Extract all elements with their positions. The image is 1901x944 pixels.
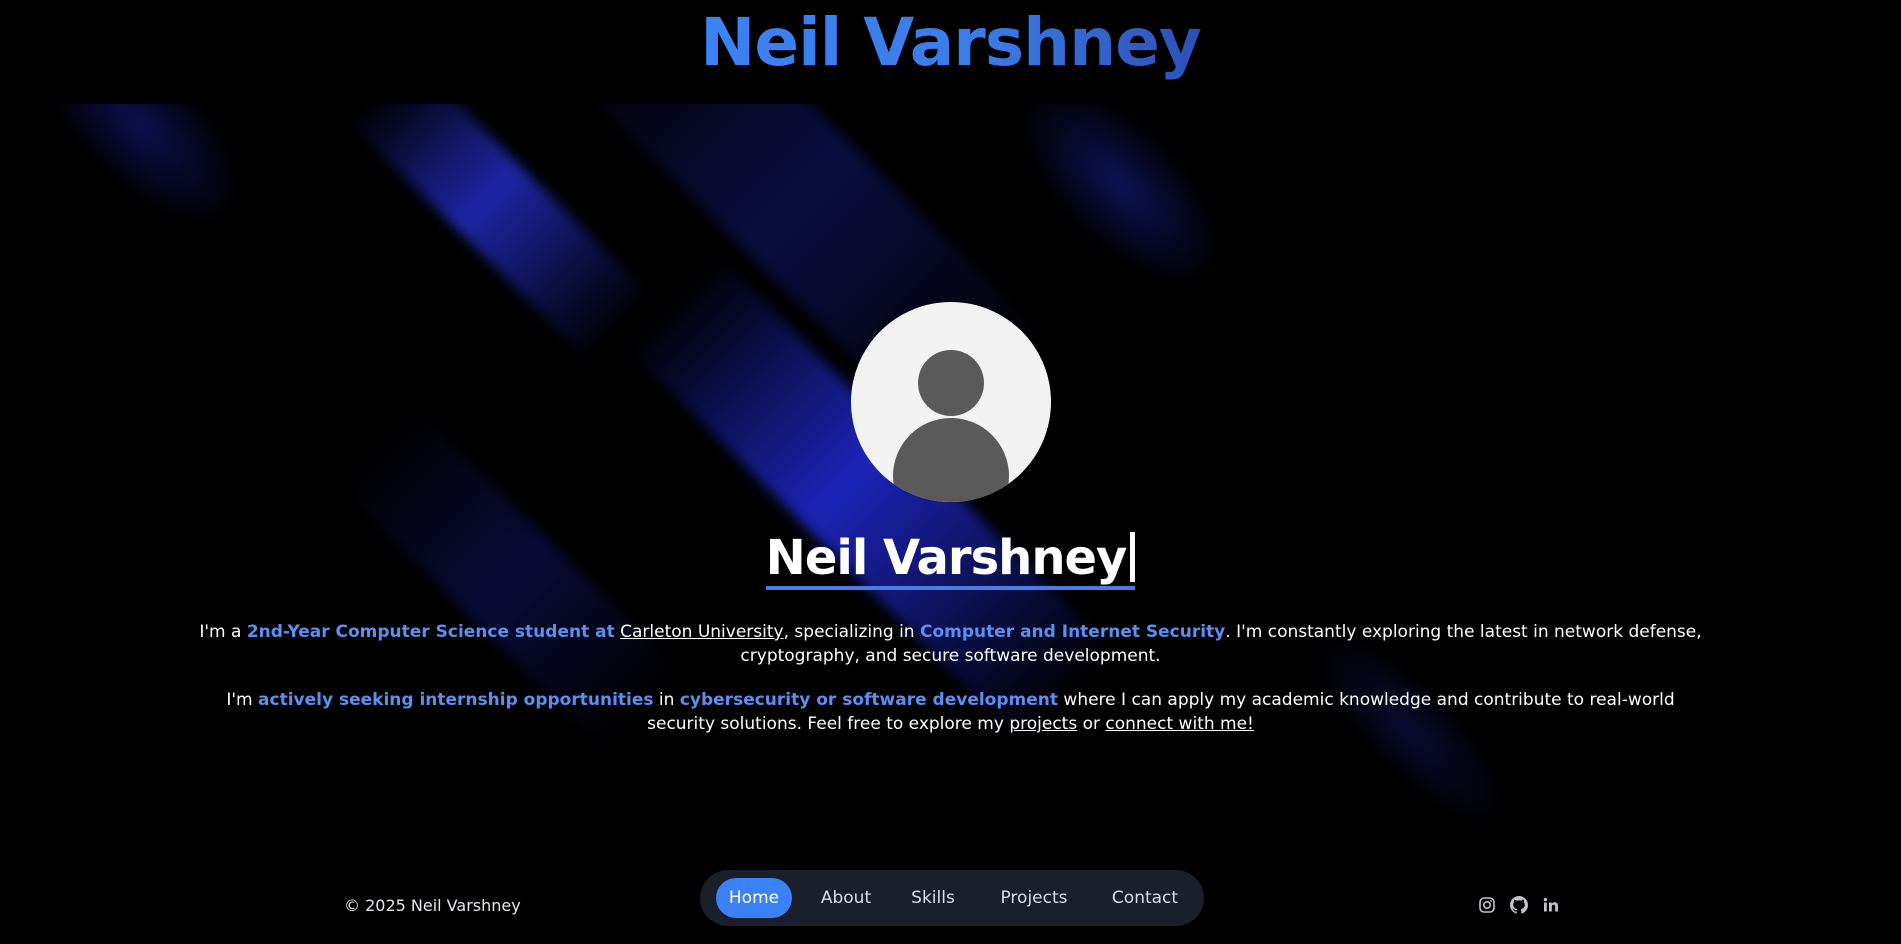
seeking-text-4: or bbox=[1077, 714, 1106, 734]
linkedin-icon[interactable] bbox=[1542, 896, 1560, 914]
bottom-nav: Home About Skills Projects Contact bbox=[700, 870, 1204, 926]
avatar bbox=[850, 302, 1051, 502]
site-title[interactable]: Neil Varshney bbox=[700, 0, 1202, 82]
nav-item-projects[interactable]: Projects bbox=[984, 878, 1084, 918]
intro-text-3: , specializing in bbox=[783, 622, 920, 642]
intro-paragraph: I'm a 2nd-Year Computer Science student … bbox=[191, 620, 1711, 668]
copyright-text: © 2025 Neil Varshney bbox=[344, 896, 521, 915]
seeking-highlight-internship: actively seeking internship opportunitie… bbox=[258, 690, 654, 710]
typing-caret bbox=[1130, 532, 1136, 582]
projects-link[interactable]: projects bbox=[1009, 714, 1077, 734]
site-header: Neil Varshney bbox=[0, 0, 1901, 104]
intro-text-1: I'm a bbox=[199, 622, 247, 642]
instagram-icon[interactable] bbox=[1478, 896, 1496, 914]
seeking-paragraph: I'm actively seeking internship opportun… bbox=[191, 688, 1711, 736]
nav-item-skills[interactable]: Skills bbox=[900, 878, 966, 918]
nav-item-contact[interactable]: Contact bbox=[1102, 878, 1188, 918]
avatar-head-shape bbox=[917, 350, 984, 416]
seeking-text-2: in bbox=[653, 690, 680, 710]
seeking-highlight-field: cybersecurity or software development bbox=[679, 690, 1059, 710]
hero-name-wrap: Neil Varshney bbox=[0, 530, 1901, 596]
nav-item-about[interactable]: About bbox=[810, 878, 882, 918]
hero-name: Neil Varshney bbox=[765, 530, 1136, 590]
intro-highlight-specialization: Computer and Internet Security bbox=[919, 622, 1226, 642]
github-icon[interactable] bbox=[1510, 896, 1528, 914]
hero-section: Neil Varshney I'm a 2nd-Year Computer Sc… bbox=[0, 300, 1901, 736]
carleton-university-link[interactable]: Carleton University bbox=[620, 622, 783, 642]
connect-link[interactable]: connect with me! bbox=[1105, 714, 1253, 734]
avatar-body-shape bbox=[892, 418, 1009, 502]
hero-name-text: Neil Varshney bbox=[765, 530, 1128, 586]
seeking-text-1: I'm bbox=[226, 690, 259, 710]
nav-item-home[interactable]: Home bbox=[716, 878, 792, 918]
site-footer: © 2025 Neil Varshney Home About Skills P… bbox=[0, 870, 1901, 926]
page: Neil Varshney Neil Varshney I'm a 2nd-Ye… bbox=[0, 0, 1901, 944]
intro-highlight-degree: 2nd-Year Computer Science student at bbox=[246, 622, 615, 642]
